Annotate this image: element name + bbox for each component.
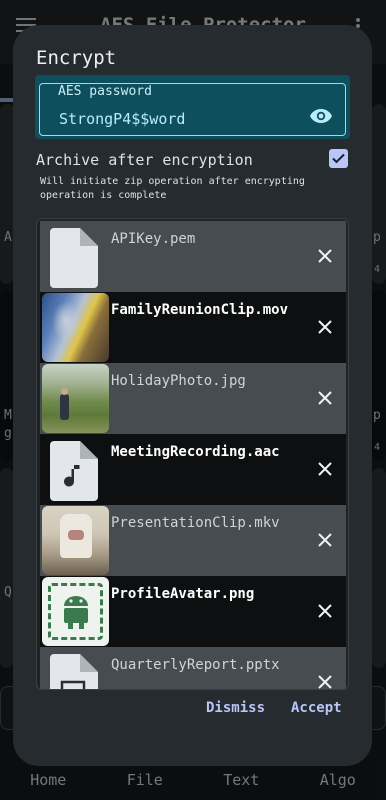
file-name: APIKey.pem	[111, 231, 196, 247]
remove-file-icon[interactable]	[318, 604, 332, 618]
file-name: MeetingRecording.aac	[111, 444, 280, 460]
password-field[interactable]: AES password StrongP4$$word	[35, 75, 350, 139]
file-name: ProfileAvatar.png	[111, 586, 255, 602]
audio-file-icon	[50, 441, 98, 501]
dialog-title: Encrypt	[36, 47, 117, 69]
archive-label: Archive after encryption	[36, 151, 253, 169]
accept-button[interactable]: Accept	[291, 700, 342, 716]
dismiss-button[interactable]: Dismiss	[206, 700, 265, 716]
visibility-eye-icon[interactable]	[309, 107, 333, 125]
document-icon	[50, 654, 98, 689]
file-row[interactable]: APIKey.pem	[40, 221, 346, 292]
android-robot-icon	[64, 596, 88, 629]
remove-file-icon[interactable]	[318, 675, 332, 689]
file-list[interactable]: APIKey.pem FamilyReunionClip.mov Holiday…	[36, 218, 349, 690]
photo-thumbnail	[42, 364, 109, 433]
file-row[interactable]: ProfileAvatar.png	[40, 576, 346, 647]
file-row[interactable]: HolidayPhoto.jpg	[40, 363, 346, 434]
remove-file-icon[interactable]	[318, 462, 332, 476]
remove-file-icon[interactable]	[318, 249, 332, 263]
password-field-outline: AES password StrongP4$$word	[39, 83, 346, 136]
password-input[interactable]: StrongP4$$word	[59, 110, 185, 128]
document-icon	[50, 228, 98, 288]
file-name: FamilyReunionClip.mov	[111, 302, 289, 318]
remove-file-icon[interactable]	[318, 391, 332, 405]
encrypt-dialog: Encrypt AES password StrongP4$$word Arch…	[13, 25, 372, 766]
video-thumbnail	[42, 506, 109, 575]
file-name: QuarterlyReport.pptx	[111, 657, 280, 673]
checkmark-icon	[332, 153, 345, 164]
archive-checkbox[interactable]	[329, 149, 348, 168]
file-row[interactable]: MeetingRecording.aac	[40, 434, 346, 505]
archive-hint: Will initiate zip operation after encryp…	[40, 176, 305, 201]
file-row[interactable]: FamilyReunionClip.mov	[40, 292, 346, 363]
file-row[interactable]: QuarterlyReport.pptx	[40, 647, 346, 689]
file-name: HolidayPhoto.jpg	[111, 373, 246, 389]
file-row[interactable]: PresentationClip.mkv	[40, 505, 346, 576]
password-label: AES password	[54, 84, 156, 100]
image-thumbnail	[42, 577, 109, 646]
remove-file-icon[interactable]	[318, 533, 332, 547]
file-name: PresentationClip.mkv	[111, 515, 280, 531]
video-thumbnail	[42, 293, 109, 362]
remove-file-icon[interactable]	[318, 320, 332, 334]
